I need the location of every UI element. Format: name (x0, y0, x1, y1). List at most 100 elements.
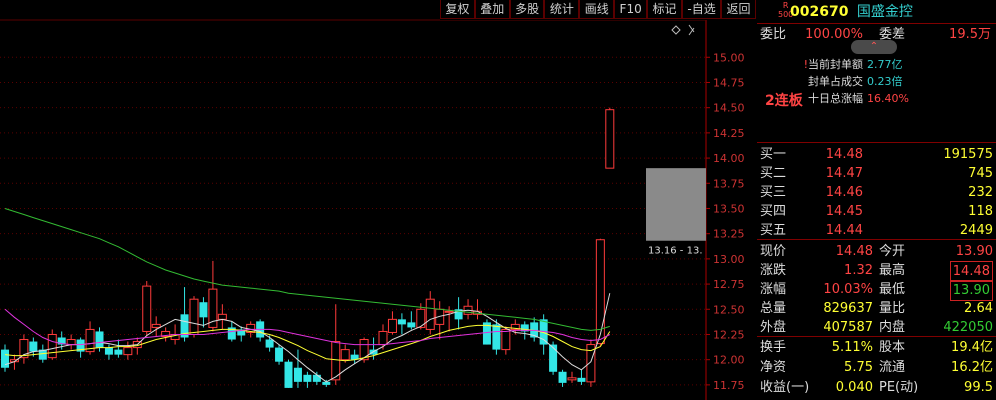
self-select-button[interactable]: -自选 (681, 0, 722, 19)
stat-value: 5.75 (844, 360, 873, 375)
candle-body (142, 285, 152, 332)
stats-row: 总量 829637 量比 2.64 (757, 299, 996, 318)
candle-body (407, 322, 416, 328)
y-tick-label: 12.00 (713, 354, 745, 367)
candle-body (397, 319, 406, 325)
y-tick-label: 12.75 (713, 278, 745, 291)
stats-row: 换手 5.11% 股本 19.4亿 (757, 338, 996, 357)
y-tick-label: 13.50 (713, 202, 745, 215)
stats-row: 涨幅 10.03% 最低 13.90 (757, 280, 996, 301)
stat-label: 流通 (879, 360, 906, 375)
bid-volume: 745 (968, 166, 993, 181)
candle-body (577, 377, 586, 382)
seal-ratio-value: 0.23倍 (867, 75, 903, 88)
stat-value: 407587 (823, 320, 873, 335)
stat-value: 14.48 (949, 261, 993, 282)
overlay-button[interactable]: 叠加 (474, 0, 510, 19)
stat-value: 99.5 (964, 380, 993, 395)
candle-body (123, 347, 133, 356)
bid-row: 买四 14.45 118 (757, 202, 996, 221)
stat-label: 今开 (879, 244, 906, 259)
stat-value: 0.040 (835, 380, 873, 395)
bid-volume: 2449 (959, 223, 993, 238)
y-tick-label: 14.25 (713, 127, 745, 140)
bid-label: 买二 (760, 166, 787, 181)
candle-body (378, 330, 388, 346)
candle-body (303, 374, 312, 382)
seal-ratio-label: 封单占成交 (808, 75, 863, 88)
candle-body (189, 298, 199, 335)
statistics-button[interactable]: 统计 (544, 0, 580, 19)
candle-body (104, 347, 113, 355)
bid-row: 买五 14.44 2449 (757, 221, 996, 240)
bid-price: 14.48 (825, 147, 863, 162)
weibi-label: 委比 (760, 27, 787, 42)
seal-amount-value: 2.77亿 (867, 58, 903, 71)
y-tick-label: 14.00 (713, 152, 745, 165)
stat-label: 总量 (760, 301, 787, 316)
stat-label: 净资 (760, 360, 787, 375)
bid-row: 买二 14.47 745 (757, 164, 996, 183)
stock-name: 国盛金控 (856, 4, 913, 20)
stat-label: 现价 (760, 244, 787, 259)
stat-value: 829637 (823, 301, 873, 316)
candle-body (501, 328, 511, 351)
candle-body (265, 339, 274, 348)
candle-body (95, 331, 104, 348)
stat-label: 涨跌 (760, 263, 787, 278)
f10-button[interactable]: F10 (614, 0, 648, 19)
candle-body (217, 313, 227, 320)
stat-value: 10.03% (823, 282, 873, 297)
stat-label: 换手 (760, 340, 787, 355)
restore-rights-button[interactable]: 复权 (440, 0, 475, 19)
multi-stock-button[interactable]: 多股 (509, 0, 545, 19)
bid-label: 买五 (760, 223, 787, 238)
bid-price: 14.44 (825, 223, 863, 238)
candle-body (331, 341, 341, 381)
candle-body (1, 349, 9, 368)
y-tick-label: 13.75 (713, 177, 745, 190)
chart-toolbar: 复权 叠加 多股 统计 画线 F10 标记 -自选 返回 (440, 0, 756, 20)
draw-line-button[interactable]: 画线 (579, 0, 615, 19)
bid-price: 14.46 (825, 185, 863, 200)
diamond-icon (671, 25, 681, 35)
candle-body (444, 310, 454, 313)
range-label: 13.16 - 13. (648, 246, 703, 257)
stock-code: 002670 (790, 4, 849, 20)
stats-row: 收益(一) 0.040 PE(动) 99.5 (757, 378, 996, 397)
stat-label: 股本 (879, 340, 906, 355)
candle-body (66, 339, 76, 346)
bid-row: 买三 14.46 232 (757, 183, 996, 202)
bid-volume: 191575 (943, 147, 993, 162)
bid-label: 买四 (760, 204, 787, 219)
candle-body (312, 374, 321, 382)
chevron-icon (688, 24, 695, 36)
candle-body (425, 298, 435, 330)
collapse-toggle[interactable]: ⌃ (851, 40, 897, 54)
candle-body (284, 361, 293, 388)
candle-body (340, 349, 350, 361)
lianban-badge: 2连板 (765, 93, 803, 109)
candle-body (199, 302, 208, 318)
candle-body (567, 377, 577, 381)
stat-label: 涨幅 (760, 282, 787, 297)
y-tick-label: 13.25 (713, 228, 745, 241)
stats-row: 现价 14.48 今开 13.90 (757, 242, 996, 261)
y-tick-label: 11.75 (713, 379, 745, 392)
y-tick-label: 12.25 (713, 328, 745, 341)
y-tick-label: 12.50 (713, 303, 745, 316)
mark-button[interactable]: 标记 (647, 0, 682, 19)
candle-body (558, 371, 567, 383)
back-button[interactable]: 返回 (721, 0, 756, 19)
candle-body (47, 333, 57, 359)
candle-body (114, 349, 123, 355)
stat-value: 13.90 (949, 280, 993, 301)
quote-panel: R 500 002670 国盛金控 委比 100.00% 委差 19.5万 ⌃ … (757, 0, 996, 400)
seal-amount-label: 当前封单额 (808, 58, 863, 71)
bid-row: 买一 14.48 191575 (757, 145, 996, 164)
stat-value: 5.11% (831, 340, 873, 355)
stat-value: 19.4亿 (951, 340, 993, 355)
ten-day-value: 16.40% (867, 92, 909, 105)
stats-row: 涨跌 1.32 最高 14.48 (757, 261, 996, 282)
candlestick-chart: 15.00 14.75 14.50 14.25 14.00 13.75 13.50 13.25… (0, 0, 745, 400)
